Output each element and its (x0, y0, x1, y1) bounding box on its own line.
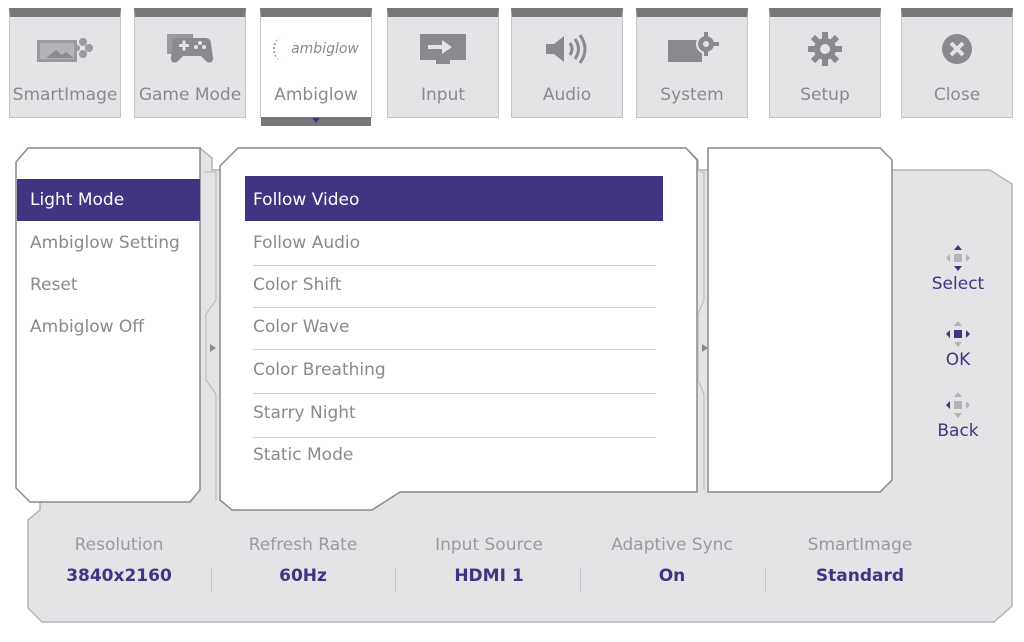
center-menu-item-color-breathing[interactable]: Color Breathing (253, 360, 386, 380)
left-menu-item-ambiglow-setting[interactable]: Ambiglow Setting (30, 233, 180, 253)
info-smartimage-label: SmartImage (807, 535, 913, 555)
submenu-arrow-icon (702, 344, 708, 352)
nav-ok: OK (920, 320, 996, 370)
info-refresh-rate-value: 60Hz (279, 566, 327, 586)
nav-select: Select (920, 244, 996, 294)
nav-back: Back (920, 391, 996, 441)
left-menu-item-ambiglow-off[interactable]: Ambiglow Off (30, 317, 144, 337)
menu-divider (253, 265, 656, 266)
center-menu-item-follow-video[interactable]: Follow Video (253, 190, 359, 210)
left-menu-item-light-mode[interactable]: Light Mode (30, 190, 124, 210)
submenu-arrow-icon (210, 344, 216, 352)
center-menu-item-color-wave[interactable]: Color Wave (253, 317, 349, 337)
nav-ok-label: OK (945, 350, 971, 370)
menu-divider (253, 307, 656, 308)
center-menu-item-starry-night[interactable]: Starry Night (253, 403, 356, 423)
nav-back-label: Back (937, 421, 979, 441)
info-resolution-label: Resolution (74, 535, 164, 555)
center-menu-item-follow-audio[interactable]: Follow Audio (253, 233, 360, 253)
dpad-select-icon (946, 245, 970, 271)
info-resolution-value: 3840x2160 (66, 566, 172, 586)
info-input-source-value: HDMI 1 (454, 566, 524, 586)
info-adaptive-sync-value: On (658, 566, 686, 586)
info-adaptive-sync-label: Adaptive Sync (611, 535, 733, 555)
dpad-back-icon (946, 392, 970, 418)
info-input-source-label: Input Source (435, 535, 543, 555)
info-refresh-rate-label: Refresh Rate (248, 535, 358, 555)
center-menu-item-color-shift[interactable]: Color Shift (253, 275, 341, 295)
menu-divider (253, 437, 656, 438)
dpad-ok-icon (946, 321, 970, 347)
menu-divider (253, 349, 656, 350)
nav-select-label: Select (931, 274, 985, 294)
menu-divider (253, 393, 656, 394)
info-smartimage-value: Standard (815, 566, 905, 586)
center-menu-item-static-mode[interactable]: Static Mode (253, 445, 353, 465)
left-menu-item-reset[interactable]: Reset (30, 275, 78, 295)
